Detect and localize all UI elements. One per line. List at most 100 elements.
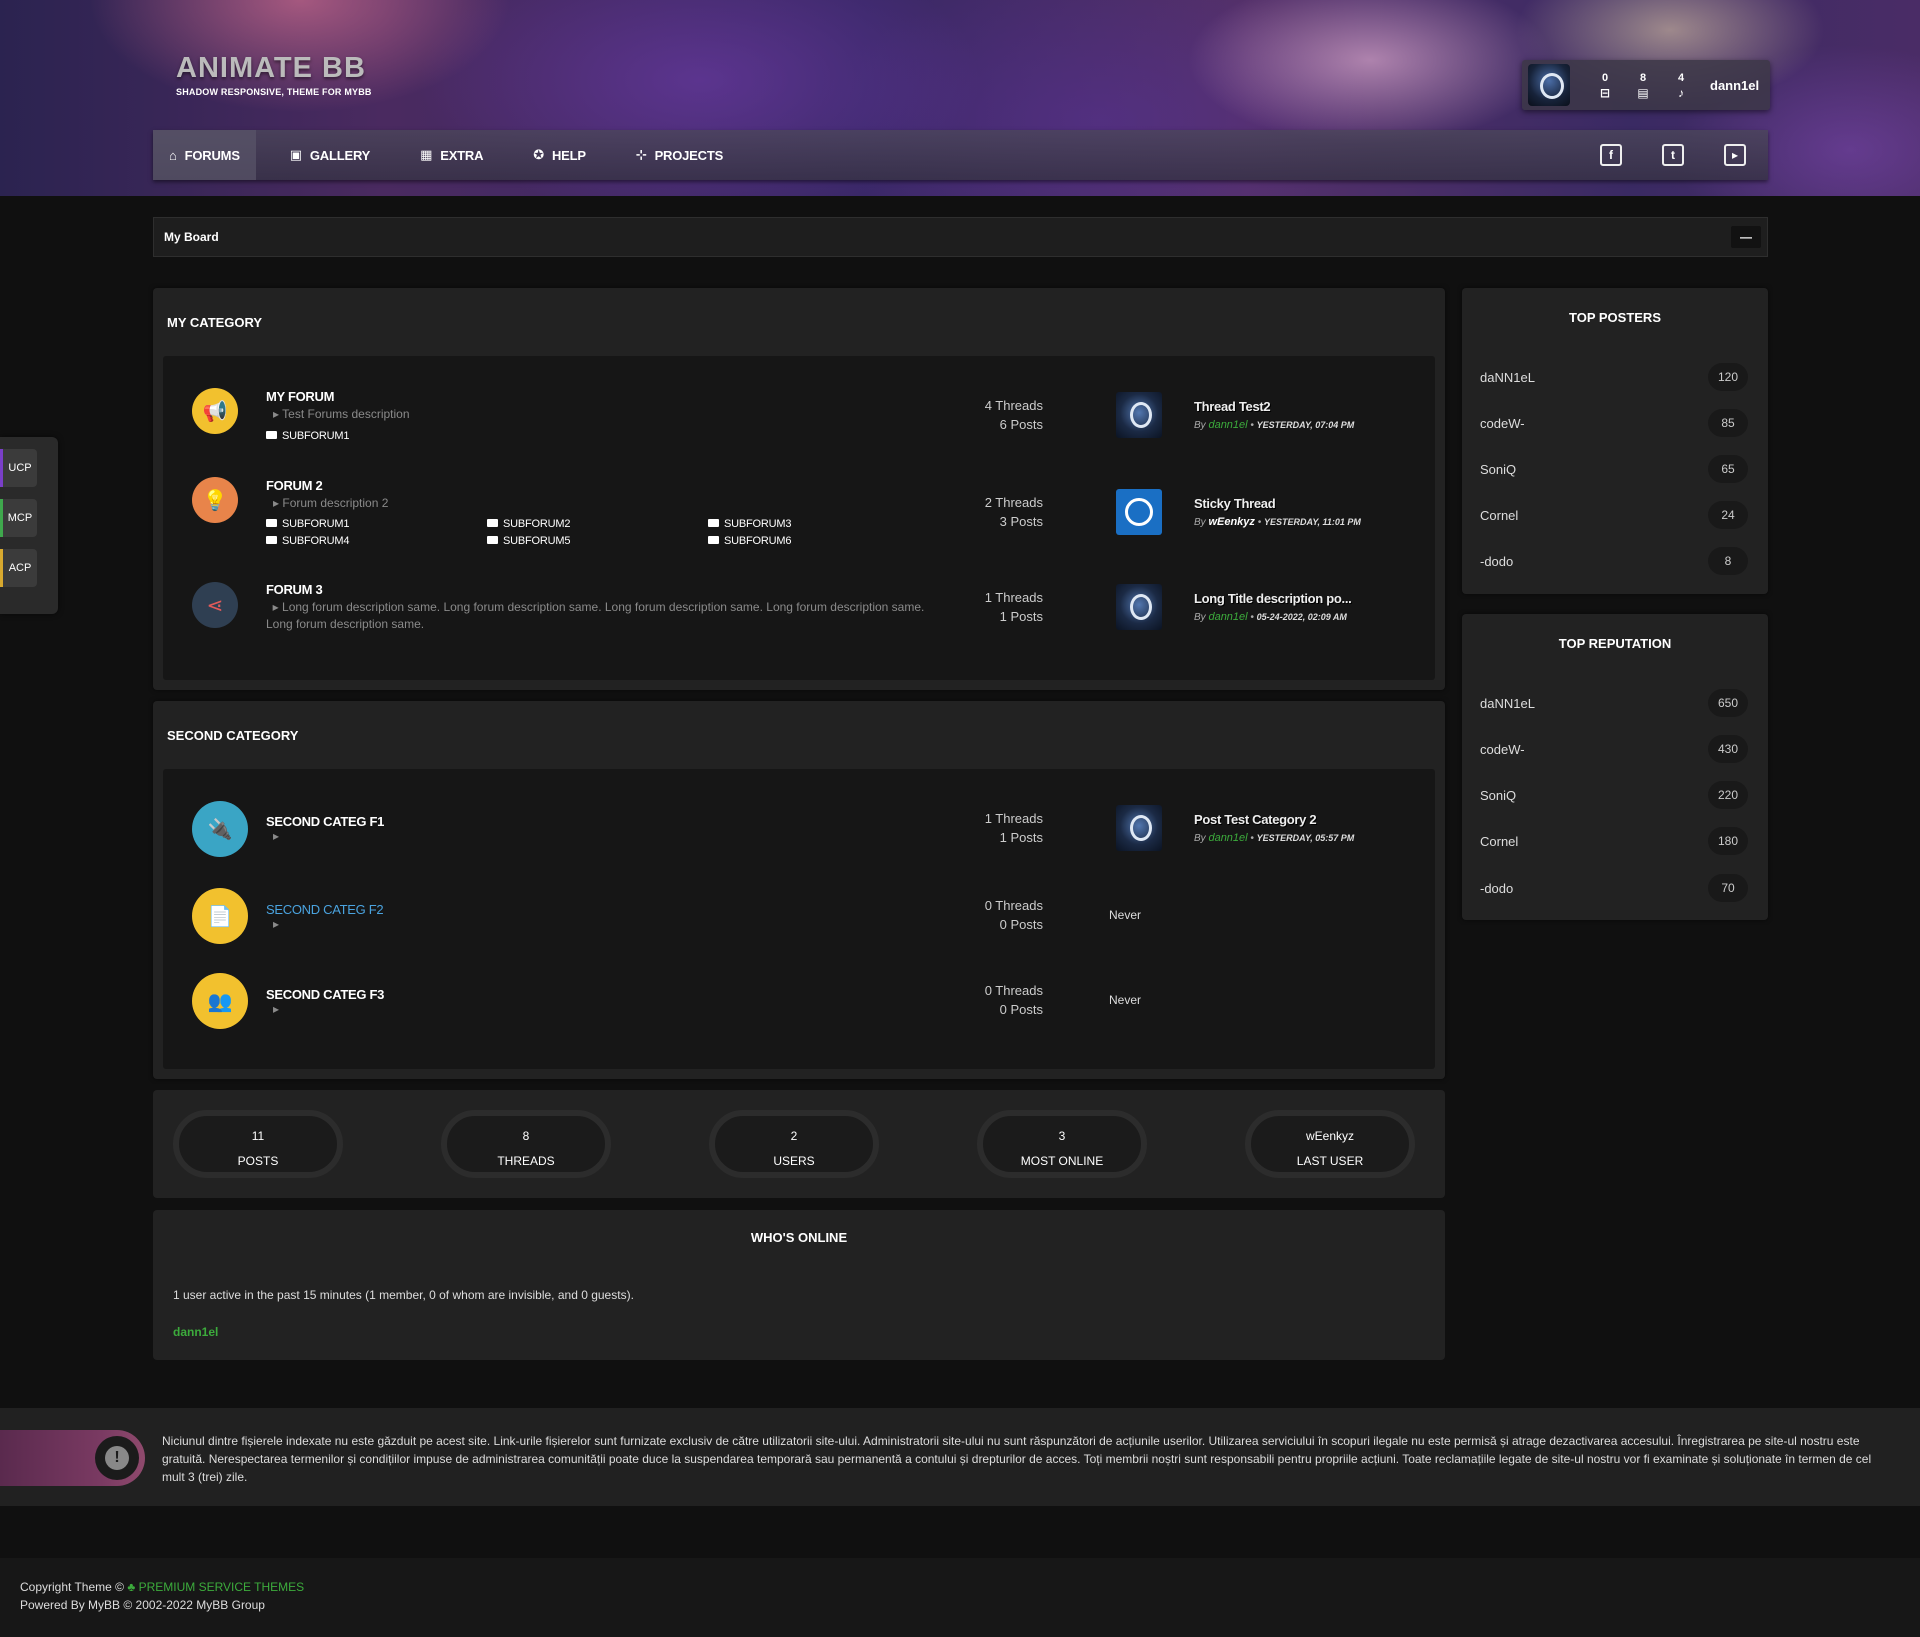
stat-threads: 8 THREADS <box>441 1110 611 1178</box>
share-icon: ⋖ <box>192 582 238 628</box>
stat-users: 2 USERS <box>709 1110 879 1178</box>
youtube-icon[interactable]: ▸ <box>1724 144 1746 166</box>
forum-row: 📄 SECOND CATEG F2 ▸ 0 Threads 0 Posts Nev… <box>163 859 1435 944</box>
last-post-avatar[interactable] <box>1116 584 1162 630</box>
forum-row: 📢 MY FORUM ▸ Test Forums description SUB… <box>163 356 1435 446</box>
mcp-tab[interactable]: MCP <box>0 499 37 537</box>
online-user-link[interactable]: dann1el <box>173 1325 218 1339</box>
top-posters-box: TOP POSTERS daNN1eL 120 codeW- 85 SoniQ 65 … <box>1462 288 1768 594</box>
messages-counter[interactable]: 8 ▤ <box>1624 71 1662 100</box>
reputation-row[interactable]: Cornel 180 <box>1480 827 1748 855</box>
user-avatar[interactable] <box>1528 64 1570 106</box>
megaphone-icon: 📢 <box>192 388 238 434</box>
forum-row: 👥 SECOND CATEG F3 ▸ 0 Threads 0 Posts Nev… <box>163 944 1435 1034</box>
subforum-link[interactable]: SUBFORUM1 <box>266 518 349 530</box>
leaf-icon: ♣ <box>127 1580 136 1594</box>
username-link[interactable]: dann1el <box>1710 78 1759 93</box>
forum-name[interactable]: SECOND CATEG F2 <box>266 902 384 917</box>
top-reputation-title: TOP REPUTATION <box>1558 636 1672 651</box>
last-post-title[interactable]: Thread Test2 <box>1194 399 1271 414</box>
forum-name[interactable]: SECOND CATEG F1 <box>266 814 384 829</box>
nav-projects[interactable]: ⊹ PROJECTS <box>620 130 739 180</box>
last-post-meta: By dann1el • YESTERDAY, 05:57 PM <box>1194 832 1355 844</box>
site-subtitle: SHADOW RESPONSIVE, THEME FOR MYBB <box>176 87 372 97</box>
reputation-row[interactable]: daNN1eL 650 <box>1480 689 1748 717</box>
twitter-icon[interactable]: t <box>1662 144 1684 166</box>
whos-online: WHO'S ONLINE 1 user active in the past 1… <box>153 1210 1445 1360</box>
disclaimer-badge: ! <box>0 1430 145 1486</box>
category-second-category: SECOND CATEGORY 🔌 SECOND CATEG F1 ▸ 1 Th… <box>153 701 1445 1079</box>
breadcrumb-home[interactable]: My Board <box>164 230 219 244</box>
forum-row: ⋖ FORUM 3 ▸ Long forum description same.… <box>163 546 1435 656</box>
forum-stats: 0 Threads 0 Posts <box>984 983 1043 1017</box>
whos-online-title: WHO'S ONLINE <box>750 1230 848 1245</box>
team-icon: 👥 <box>192 973 248 1029</box>
whos-online-text: 1 user active in the past 15 minutes (1 … <box>173 1288 634 1302</box>
forum-row: 🔌 SECOND CATEG F1 ▸ 1 Threads 1 Posts Pos… <box>163 769 1435 859</box>
facebook-icon[interactable]: f <box>1600 144 1622 166</box>
reputation-row[interactable]: codeW- 430 <box>1480 735 1748 763</box>
site-logo[interactable]: ANIMATE BB SHADOW RESPONSIVE, THEME FOR … <box>176 52 372 97</box>
last-post-title[interactable]: Sticky Thread <box>1194 496 1276 511</box>
social-links: f t ▸ <box>1600 144 1746 166</box>
inbox-counter[interactable]: 0 ⊟ <box>1586 71 1624 100</box>
acp-tab[interactable]: ACP <box>0 549 37 587</box>
poster-row[interactable]: Cornel 24 <box>1480 501 1748 529</box>
last-post-avatar[interactable] <box>1116 392 1162 438</box>
top-reputation-box: TOP REPUTATION daNN1eL 650 codeW- 430 Soni… <box>1462 614 1768 920</box>
forum-stats: 1 Threads 1 Posts <box>984 811 1043 845</box>
forum-list: 🔌 SECOND CATEG F1 ▸ 1 Threads 1 Posts Pos… <box>163 769 1435 1069</box>
forum-description: ▸ Forum description 2 <box>273 496 389 510</box>
footer: Copyright Theme © ♣ PREMIUM SERVICE THEM… <box>0 1558 1920 1637</box>
stat-posts: 11 POSTS <box>173 1110 343 1178</box>
subforum-link[interactable]: SUBFORUM2 <box>487 518 570 530</box>
forum-stats: 2 Threads 3 Posts <box>984 495 1043 529</box>
nav-gallery[interactable]: ▣ GALLERY <box>274 130 386 180</box>
last-post-title[interactable]: Long Title description po... <box>1194 591 1352 606</box>
reputation-row[interactable]: SoniQ 220 <box>1480 781 1748 809</box>
theme-brand-link[interactable]: PREMIUM SERVICE THEMES <box>139 1580 305 1594</box>
copyright: Copyright Theme © ♣ PREMIUM SERVICE THEM… <box>20 1580 305 1594</box>
last-post-avatar[interactable] <box>1116 805 1162 851</box>
poster-row[interactable]: daNN1eL 120 <box>1480 363 1748 391</box>
alert-icon: ! <box>105 1446 129 1470</box>
forum-name[interactable]: FORUM 3 <box>266 582 323 597</box>
side-panel-tabs: UCP MCP ACP <box>0 437 58 614</box>
forum-description: ▸ Long forum description same. Long foru… <box>266 600 925 631</box>
ucp-tab[interactable]: UCP <box>0 449 37 487</box>
poster-row[interactable]: SoniQ 65 <box>1480 455 1748 483</box>
collapse-button[interactable]: — <box>1731 226 1761 248</box>
forum-list: 📢 MY FORUM ▸ Test Forums description SUB… <box>163 356 1435 680</box>
notifications-counter[interactable]: 4 ♪ <box>1662 71 1700 100</box>
stat-last-user[interactable]: wEenkyz LAST USER <box>1245 1110 1415 1178</box>
forum-description: ▸ <box>273 917 280 931</box>
document-icon: 📄 <box>192 888 248 944</box>
help-icon: ✪ <box>533 147 544 162</box>
forum-name[interactable]: SECOND CATEG F3 <box>266 987 384 1002</box>
last-post-title[interactable]: Post Test Category 2 <box>1194 812 1317 827</box>
nav-extra[interactable]: ▦ EXTRA <box>404 130 499 180</box>
reputation-row[interactable]: -dodo 70 <box>1480 874 1748 902</box>
plug-icon: 🔌 <box>192 801 248 857</box>
nav-forums[interactable]: ⌂ FORUMS <box>153 130 256 180</box>
site-title: ANIMATE BB <box>176 52 366 84</box>
disclaimer-text: Niciunul dintre fișierele indexate nu es… <box>162 1434 1872 1484</box>
top-posters-title: TOP POSTERS <box>1569 310 1661 325</box>
subforum-link[interactable]: SUBFORUM3 <box>708 518 791 530</box>
last-post-avatar[interactable] <box>1116 489 1162 535</box>
forum-name[interactable]: FORUM 2 <box>266 478 323 493</box>
category-title[interactable]: SECOND CATEGORY <box>153 701 1445 767</box>
poster-row[interactable]: codeW- 85 <box>1480 409 1748 437</box>
last-post-meta: By dann1el • 05-24-2022, 02:09 AM <box>1194 611 1347 623</box>
forum-stats: 4 Threads 6 Posts <box>984 398 1043 432</box>
powered-by: Powered By MyBB © 2002-2022 MyBB Group <box>20 1598 265 1612</box>
poster-row[interactable]: -dodo 8 <box>1480 547 1748 575</box>
subforum-link[interactable]: SUBFORUM1 <box>266 430 349 442</box>
forum-name[interactable]: MY FORUM <box>266 389 334 404</box>
board-stats: 11 POSTS 8 THREADS 2 USERS 3 MOST ONLINE wEe… <box>153 1090 1445 1198</box>
grid-icon: ▦ <box>420 147 433 162</box>
calendar-icon: ▤ <box>1637 85 1649 100</box>
nav-help[interactable]: ✪ HELP <box>517 130 602 180</box>
forum-row: 💡 FORUM 2 ▸ Forum description 2 SUBFORUM… <box>163 446 1435 547</box>
category-title[interactable]: MY CATEGORY <box>153 288 1445 354</box>
